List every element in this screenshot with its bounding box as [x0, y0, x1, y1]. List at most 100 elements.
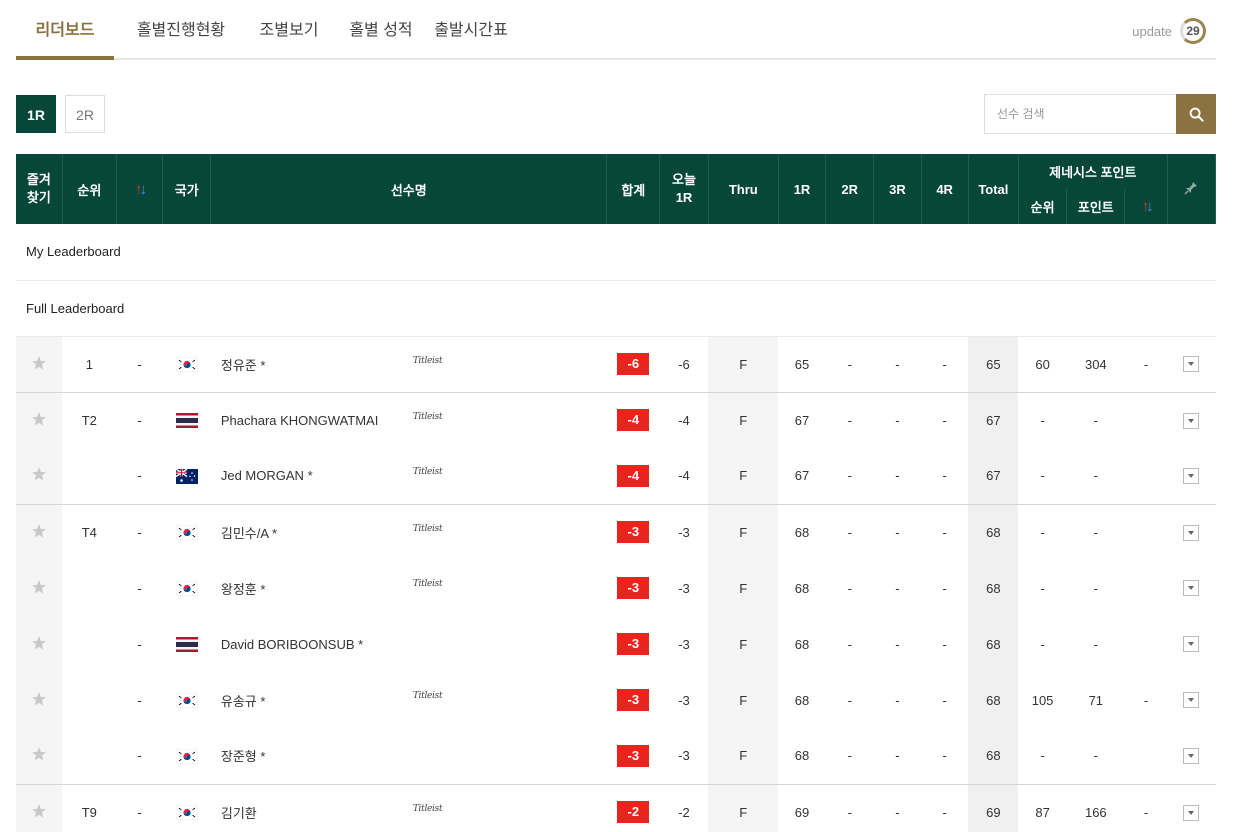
top-nav: 리더보드 홀별진행현황 조별보기 홀별 성적 출발시간표 update 29 — [16, 0, 1216, 60]
expand-dropdown-icon[interactable] — [1183, 580, 1200, 597]
expand-dropdown-icon[interactable] — [1183, 524, 1200, 541]
player-name-cell[interactable]: 정유준 * Titleist — [210, 335, 607, 392]
player-row[interactable]: - 유송규 * Titleist -3 -3 F 68 - - - 68 105 71 - — [16, 672, 1216, 728]
player-name[interactable]: 유송규 — [221, 694, 257, 709]
search-input[interactable] — [984, 94, 1176, 134]
header-genesis-rank[interactable]: 순위 — [1018, 189, 1068, 224]
tab-leaderboard[interactable]: 리더보드 — [16, 0, 114, 60]
genesis-rank-cell: - — [1040, 468, 1045, 484]
expand-dropdown-icon[interactable] — [1183, 748, 1200, 765]
favorite-toggle[interactable] — [16, 448, 63, 504]
score-badge: -3 — [617, 689, 650, 711]
player-name[interactable]: Jed MORGAN — [221, 468, 304, 483]
player-row[interactable]: T2- Phachara KHONGWATMAI Titleist -4 -4 F 67-… — [16, 391, 1216, 448]
round-1-cell: 68 — [794, 636, 810, 652]
player-row[interactable]: 1- 정유준 * Titleist -6 -6 F 65- - -65 60 304- — [16, 335, 1216, 392]
today-cell: -3 — [659, 503, 709, 560]
favorite-toggle[interactable] — [16, 560, 63, 616]
player-name-cell[interactable]: 장준형 * — [211, 728, 607, 784]
round-1-cell: 67 — [794, 468, 810, 484]
flag-korea-icon — [175, 748, 198, 764]
header-genesis-change[interactable]: ↑↓ — [1124, 189, 1168, 224]
genesis-change-cell: - — [1124, 335, 1168, 392]
round-2-cell: - — [825, 503, 874, 560]
header-rank[interactable]: 순위 — [62, 154, 117, 224]
player-name-cell[interactable]: 김기환 Titleist — [210, 783, 607, 832]
round-4-cell: - — [921, 335, 969, 392]
round-3-cell: - — [895, 748, 900, 764]
favorite-toggle[interactable] — [16, 783, 63, 832]
player-name[interactable]: 왕정훈 — [221, 582, 257, 597]
country-cell — [162, 391, 211, 448]
player-row[interactable]: T9- 김기환 Titleist -2 -2 F 69- - -69 87 166- — [16, 783, 1216, 832]
player-row[interactable]: - 장준형 * -3 -3 F 68 - - - 68 - - — [16, 728, 1216, 784]
my-leaderboard-label: My Leaderboard — [16, 224, 1216, 281]
expand-dropdown-icon[interactable] — [1183, 468, 1200, 485]
player-marker: * — [358, 636, 364, 652]
header-thru: Thru — [708, 154, 779, 224]
round-1-cell: 69 — [778, 783, 826, 832]
round-1-button[interactable]: 1R — [16, 95, 56, 133]
player-name[interactable]: David BORIBOONSUB — [221, 637, 355, 652]
favorite-toggle[interactable] — [16, 335, 63, 392]
header-genesis-point[interactable]: 포인트 — [1066, 189, 1126, 224]
player-name[interactable]: 정유준 — [221, 358, 257, 373]
update-label: update — [1132, 23, 1172, 39]
player-name-cell[interactable]: 왕정훈 * Titleist — [211, 560, 607, 616]
favorite-toggle[interactable] — [16, 616, 63, 672]
update-indicator[interactable]: update 29 — [1132, 18, 1206, 44]
favorite-toggle[interactable] — [16, 503, 63, 560]
player-name[interactable]: Phachara KHONGWATMAI — [221, 413, 378, 428]
favorite-toggle[interactable] — [16, 672, 63, 728]
player-name-cell[interactable]: Jed MORGAN * Titleist — [211, 448, 607, 504]
expand-dropdown-icon[interactable] — [1183, 412, 1200, 429]
expand-dropdown-icon[interactable] — [1183, 356, 1200, 373]
header-round-3: 3R — [873, 154, 922, 224]
expand-dropdown-icon[interactable] — [1183, 692, 1200, 709]
flag-thailand-icon — [175, 413, 198, 429]
genesis-point-cell: 304 — [1066, 335, 1125, 392]
favorite-toggle[interactable] — [16, 728, 63, 784]
player-name-cell[interactable]: 김민수/A * Titleist — [210, 503, 607, 560]
player-row[interactable]: - David BORIBOONSUB * -3 -3 F 68 - - - 68 - - — [16, 616, 1216, 672]
score-badge: -3 — [617, 577, 650, 599]
player-name-cell[interactable]: Phachara KHONGWATMAI Titleist — [210, 391, 607, 448]
genesis-change-cell: - — [1143, 692, 1149, 708]
today-cell: -6 — [659, 335, 709, 392]
genesis-rank-cell: - — [1040, 636, 1045, 652]
flag-thailand-icon — [175, 637, 198, 653]
expand-dropdown-icon[interactable] — [1183, 636, 1200, 653]
tab-hole-progress[interactable]: 홀별진행현황 — [120, 0, 242, 60]
header-tools[interactable] — [1167, 154, 1217, 224]
header-rank-change[interactable]: ↑↓ — [116, 154, 164, 224]
player-name[interactable]: 장준형 — [221, 749, 257, 764]
rank-change-cell: - — [116, 503, 163, 560]
search-button[interactable] — [1176, 94, 1216, 134]
thru-cell: F — [708, 728, 779, 784]
expand-dropdown-icon[interactable] — [1183, 804, 1200, 821]
round-4-cell: - — [942, 580, 947, 596]
player-name[interactable]: 김민수/A — [221, 526, 268, 541]
player-row[interactable]: T4- 김민수/A * Titleist -3 -3 F 68- - -68- - — [16, 503, 1216, 560]
player-name-cell[interactable]: 유송규 * Titleist — [211, 672, 607, 728]
total-cell: 65 — [968, 335, 1019, 392]
thru-cell: F — [708, 560, 779, 616]
player-row[interactable]: - Jed MORGAN * Titleist -4 -4 F 67 - - - 67 - - — [16, 448, 1216, 504]
tab-tee-times[interactable]: 출발시간표 — [424, 0, 518, 60]
round-3-cell: - — [873, 503, 922, 560]
player-row[interactable]: - 왕정훈 * Titleist -3 -3 F 68 - - - 68 - - — [16, 560, 1216, 616]
total-cell: 69 — [968, 783, 1019, 832]
tab-hole-scores[interactable]: 홀별 성적 — [334, 0, 428, 60]
flag-korea-icon — [175, 581, 198, 597]
favorite-toggle[interactable] — [16, 391, 63, 448]
genesis-point-cell: 166 — [1066, 783, 1125, 832]
tab-groups[interactable]: 조별보기 — [242, 0, 336, 60]
genesis-point-cell: - — [1093, 636, 1098, 652]
genesis-point-cell: - — [1066, 391, 1125, 448]
player-name[interactable]: 김기환 — [221, 806, 257, 821]
header-favorite: 즐겨찾기 — [16, 154, 63, 224]
today-cell: -2 — [659, 783, 709, 832]
player-name-cell[interactable]: David BORIBOONSUB * — [211, 616, 607, 672]
genesis-point-cell: - — [1093, 748, 1098, 764]
round-2-button[interactable]: 2R — [65, 95, 105, 133]
